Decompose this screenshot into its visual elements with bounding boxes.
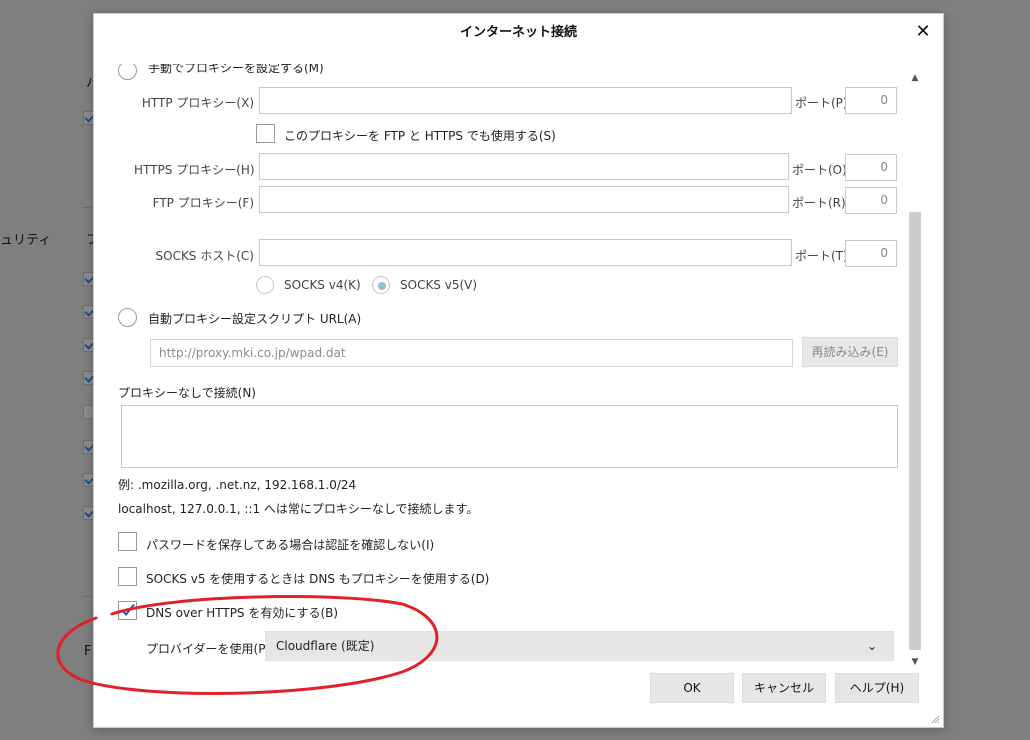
help-button[interactable]: ヘルプ(H) bbox=[835, 673, 919, 703]
ok-button[interactable]: OK bbox=[650, 673, 734, 703]
socks-v5-label: SOCKS v5(V) bbox=[400, 278, 478, 292]
ftp-proxy-input[interactable] bbox=[259, 186, 789, 213]
ftp-proxy-label: FTP プロキシー(F) bbox=[152, 196, 254, 210]
content-scrollbar[interactable]: ▲ ▼ bbox=[908, 69, 922, 669]
https-proxy-label: HTTPS プロキシー(H) bbox=[134, 163, 255, 177]
scroll-down-icon[interactable]: ▼ bbox=[908, 655, 922, 669]
http-proxy-label: HTTP プロキシー(X) bbox=[141, 96, 254, 110]
reload-button[interactable]: 再読み込み(E) bbox=[802, 337, 898, 367]
resize-grip-icon[interactable] bbox=[930, 714, 940, 724]
background-security-label: ュリティ bbox=[0, 233, 52, 248]
socks-host-label: SOCKS ホスト(C) bbox=[155, 249, 255, 263]
scrollbar-thumb[interactable] bbox=[909, 212, 921, 650]
no-auth-prompt-label: パスワードを保存してある場合は認証を確認しない(I) bbox=[146, 538, 435, 552]
auto-proxy-radio[interactable] bbox=[118, 308, 137, 327]
no-proxy-note: localhost, 127.0.0.1, ::1 へは常にプロキシーなしで接続… bbox=[118, 502, 479, 516]
no-proxy-example: 例: .mozilla.org, .net.nz, 192.168.1.0/24 bbox=[118, 478, 357, 492]
ftp-port-input[interactable]: 0 bbox=[845, 187, 897, 214]
manual-proxy-radio[interactable] bbox=[118, 64, 137, 80]
chevron-down-icon: ⌄ bbox=[866, 639, 877, 653]
auto-proxy-url-input[interactable]: http://proxy.mki.co.jp/wpad.dat bbox=[150, 339, 793, 367]
no-proxy-label: プロキシーなしで接続(N) bbox=[118, 386, 256, 400]
no-auth-prompt-checkbox[interactable] bbox=[118, 532, 137, 551]
close-icon[interactable]: ✕ bbox=[913, 22, 933, 42]
http-port-input[interactable]: 0 bbox=[845, 87, 897, 114]
dialog-content: 手動でプロキシーを設定する(M) HTTP プロキシー(X) ポート(P) 0 … bbox=[94, 64, 908, 674]
http-proxy-input[interactable] bbox=[259, 87, 792, 114]
use-for-ftp-https-label: このプロキシーを FTP と HTTPS でも使用する(S) bbox=[284, 129, 556, 143]
socks-host-input[interactable] bbox=[259, 239, 792, 266]
https-proxy-input[interactable] bbox=[259, 153, 789, 180]
http-port-label: ポート(P) bbox=[795, 96, 848, 110]
ftp-port-label: ポート(R) bbox=[792, 196, 846, 210]
no-proxy-textarea[interactable] bbox=[121, 405, 898, 468]
https-port-label: ポート(O) bbox=[792, 163, 847, 177]
scroll-up-icon[interactable]: ▲ bbox=[908, 71, 922, 85]
socks-dns-label: SOCKS v5 を使用するときは DNS もプロキシーを使用する(D) bbox=[146, 572, 490, 586]
auto-proxy-label: 自動プロキシー設定スクリプト URL(A) bbox=[148, 312, 362, 326]
annotation-ellipse bbox=[56, 595, 439, 695]
socks-v5-radio[interactable] bbox=[372, 276, 390, 294]
socks-v4-label: SOCKS v4(K) bbox=[284, 278, 361, 292]
socks-port-label: ポート(T) bbox=[795, 249, 848, 263]
socks-dns-checkbox[interactable] bbox=[118, 567, 137, 586]
socks-v4-radio[interactable] bbox=[256, 276, 274, 294]
manual-proxy-label: 手動でプロキシーを設定する(M) bbox=[148, 64, 324, 75]
https-port-input[interactable]: 0 bbox=[845, 154, 897, 181]
socks-port-input[interactable]: 0 bbox=[845, 240, 897, 267]
cancel-button[interactable]: キャンセル bbox=[742, 673, 826, 703]
dialog-title: インターネット接続 bbox=[459, 25, 577, 40]
use-for-ftp-https-checkbox[interactable] bbox=[256, 124, 275, 143]
